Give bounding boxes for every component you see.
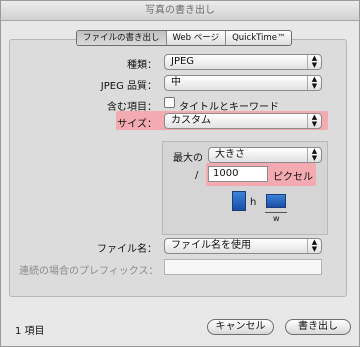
dimension-select[interactable]: 大きさ ▲ ▼ — [208, 147, 322, 163]
select-arrows-icon: ▲ ▼ — [307, 55, 321, 69]
select-arrows-icon: ▲ ▼ — [307, 114, 321, 128]
quality-label: JPEG 品質： — [100, 81, 157, 92]
width-indicator-line — [265, 212, 287, 213]
cancel-button[interactable]: キャンセル — [207, 319, 274, 335]
export-button[interactable]: 書き出し — [285, 319, 351, 335]
tab-file-export[interactable]: ファイルの書き出し — [77, 31, 167, 45]
tab-quicktime[interactable]: QuickTime™ — [226, 31, 291, 45]
prefix-input[interactable] — [164, 259, 322, 275]
dimension-value: 大きさ — [215, 149, 245, 160]
size-value: カスタム — [171, 115, 211, 126]
export-tabs: ファイルの書き出し Web ページ QuickTime™ — [76, 30, 293, 46]
portrait-doc-icon — [232, 191, 246, 211]
item-count: 1 項目 — [15, 326, 45, 337]
kind-select[interactable]: JPEG ▲ ▼ — [164, 54, 322, 70]
title-keyword-checkbox[interactable] — [164, 97, 175, 108]
size-select[interactable]: カスタム ▲ ▼ — [164, 113, 322, 129]
height-label: h — [250, 197, 257, 208]
size-label: サイズ： — [117, 119, 157, 130]
landscape-doc-icon — [266, 194, 286, 208]
export-dialog: 写真の書き出し ファイルの書き出し Web ページ QuickTime™ 種類：… — [0, 0, 360, 347]
filename-value: ファイル名を使用 — [171, 240, 251, 251]
pixel-unit-label: ピクセル — [273, 172, 313, 183]
select-arrows-icon: ▲ ▼ — [307, 76, 321, 90]
tab-web-page[interactable]: Web ページ — [167, 31, 227, 45]
filename-select[interactable]: ファイル名を使用 ▲ ▼ — [164, 238, 322, 254]
quality-value: 中 — [171, 77, 181, 88]
max-label: 最大の — [173, 153, 203, 164]
kind-label: 種類： — [127, 60, 157, 71]
quality-select[interactable]: 中 ▲ ▼ — [164, 75, 322, 91]
kind-value: JPEG — [171, 56, 195, 67]
filename-label: ファイル名： — [97, 244, 157, 255]
pixel-input[interactable]: 1000 — [208, 166, 268, 182]
window-title: 写真の書き出し — [1, 1, 359, 21]
select-arrows-icon: ▲ ▼ — [307, 239, 321, 253]
width-label: w — [273, 214, 280, 223]
select-arrows-icon: ▲ ▼ — [307, 148, 321, 162]
slash-label: / — [195, 170, 199, 181]
prefix-label: 連続の場合のプレフィックス： — [19, 266, 159, 277]
